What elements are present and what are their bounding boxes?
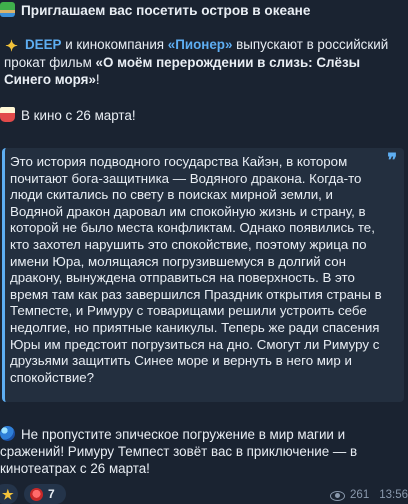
view-count: 261 (350, 489, 370, 501)
announcement-paragraph: ✦ DEEP и кинокомпания «Пионер» выпускают … (4, 36, 402, 88)
message-footer: ★ 7 261 13:56 (0, 484, 408, 504)
reaction-heart[interactable]: 7 (24, 484, 66, 504)
synopsis-quote: ❞ Это история подводного государства Кай… (2, 148, 404, 402)
wave-emoji-icon (0, 426, 15, 441)
para1-text-3: ! (95, 72, 100, 87)
popcorn-emoji-icon (0, 107, 15, 122)
island-emoji-icon (0, 2, 15, 17)
message-title: Приглашаем вас посетить остров в океане (0, 2, 310, 19)
message-time: 13:56 (379, 489, 408, 501)
reaction-star[interactable]: ★ (0, 484, 18, 504)
sparkle-emoji-icon: ✦ (5, 38, 18, 55)
deep-link[interactable]: DEEP (25, 37, 61, 52)
heart-count: 7 (48, 486, 55, 501)
channel-message: Приглашаем вас посетить остров в океане … (0, 0, 408, 504)
heart-icon (30, 487, 43, 501)
title-text: Приглашаем вас посетить остров в океане (21, 3, 311, 18)
pioneer-link[interactable]: «Пионер» (168, 37, 233, 52)
release-date-text: В кино с 26 марта! (21, 108, 136, 123)
message-meta: 261 13:56 (330, 487, 408, 504)
synopsis-text: Это история подводного государства Кайэн… (10, 154, 382, 385)
quote-icon: ❞ (387, 150, 397, 171)
invitation-text: Не пропустите эпическое погружение в мир… (0, 427, 358, 476)
release-date-line: В кино с 26 марта! (0, 107, 136, 124)
para1-text-1: и кинокомпания (61, 37, 168, 52)
star-icon: ★ (2, 486, 14, 502)
eye-icon (330, 490, 346, 501)
invitation-paragraph: Не пропустите эпическое погружение в мир… (0, 426, 404, 477)
